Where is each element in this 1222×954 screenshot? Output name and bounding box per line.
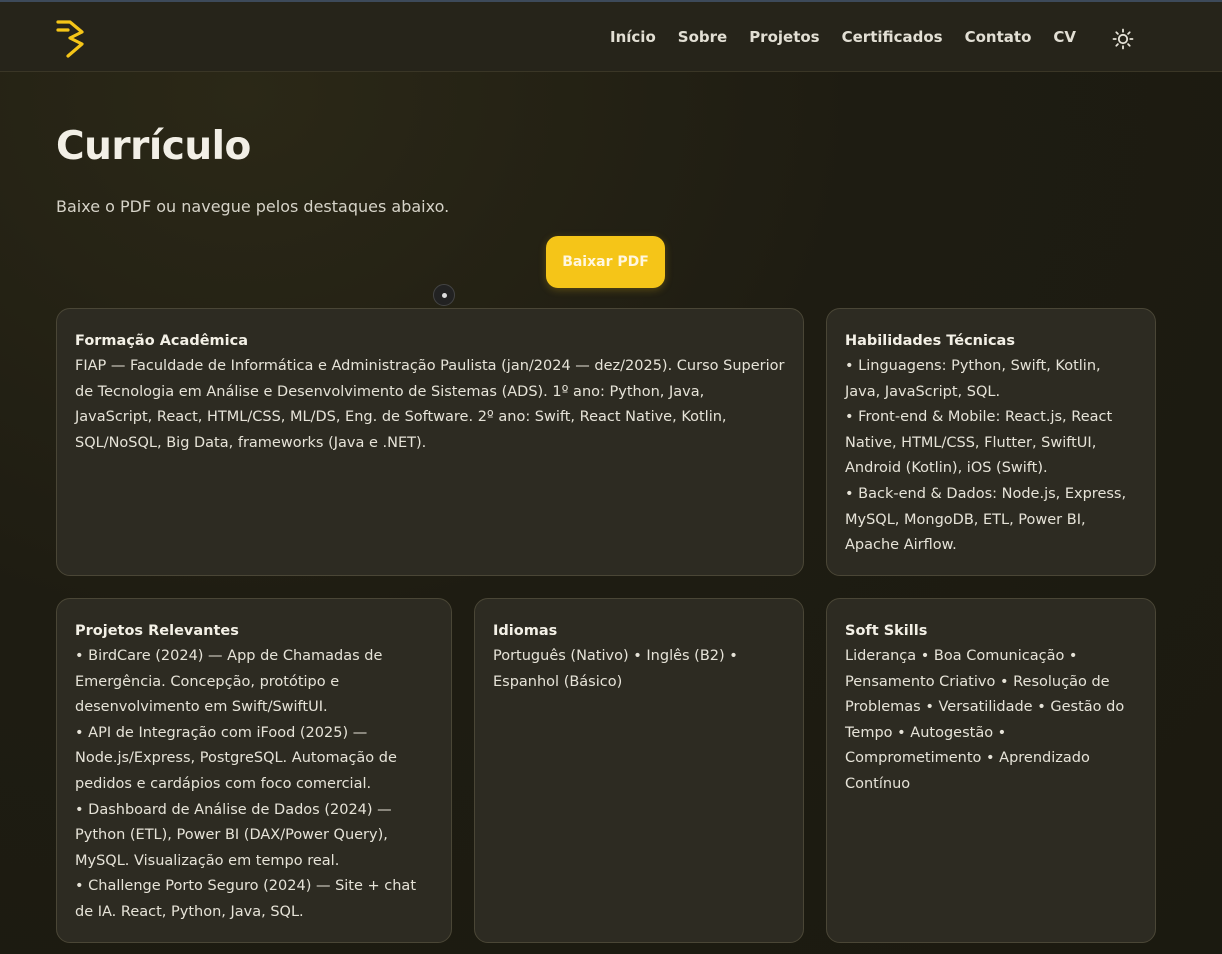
card-formacao-text: FIAP — Faculdade de Informática e Admini… bbox=[75, 358, 785, 451]
card-softskills-title: Soft Skills bbox=[845, 623, 928, 639]
card-projetos-title: Projetos Relevantes bbox=[75, 623, 239, 639]
list-item: • Linguagens: Python, Swift, Kotlin, Jav… bbox=[845, 358, 1101, 400]
nav-inicio[interactable]: Início bbox=[610, 28, 656, 46]
card-softskills: Soft Skills Liderança • Boa Comunicação … bbox=[826, 598, 1156, 943]
list-item: • BirdCare (2024) — App de Chamadas de E… bbox=[75, 648, 383, 716]
card-idiomas-title: Idiomas bbox=[493, 623, 558, 639]
list-item: • Dashboard de Análise de Dados (2024) —… bbox=[75, 801, 392, 869]
list-item: • Challenge Porto Seguro (2024) — Site +… bbox=[75, 878, 417, 920]
card-projetos: Projetos Relevantes • BirdCare (2024) — … bbox=[56, 598, 452, 943]
list-item: • Front-end & Mobile: React.js, React Na… bbox=[845, 409, 1113, 477]
nav-cv[interactable]: CV bbox=[1053, 28, 1076, 46]
card-idiomas-text: Português (Nativo) • Inglês (B2) • Espan… bbox=[493, 648, 738, 690]
nav-sobre[interactable]: Sobre bbox=[678, 28, 727, 46]
site-header: Início Sobre Projetos Certificados Conta… bbox=[0, 2, 1222, 72]
card-formacao-title: Formação Acadêmica bbox=[75, 333, 248, 349]
page-subtitle: Baixe o PDF ou navegue pelos destaques a… bbox=[56, 197, 450, 216]
list-item: • API de Integração com iFood (2025) — N… bbox=[75, 724, 397, 792]
logo-3-icon[interactable] bbox=[54, 16, 90, 58]
mouse-cursor-icon bbox=[433, 284, 455, 306]
download-pdf-button[interactable]: Baixar PDF bbox=[546, 236, 665, 288]
nav-projetos[interactable]: Projetos bbox=[749, 28, 819, 46]
sun-icon[interactable] bbox=[1112, 28, 1134, 50]
page-title: Currículo bbox=[56, 124, 251, 169]
card-habilidades: Habilidades Técnicas • Linguagens: Pytho… bbox=[826, 308, 1156, 576]
main-nav: Início Sobre Projetos Certificados Conta… bbox=[610, 28, 1076, 46]
list-item: • Back-end & Dados: Node.js, Express, My… bbox=[845, 485, 1127, 554]
nav-contato[interactable]: Contato bbox=[965, 28, 1032, 46]
card-idiomas: Idiomas Português (Nativo) • Inglês (B2)… bbox=[474, 598, 804, 943]
nav-certificados[interactable]: Certificados bbox=[842, 28, 943, 46]
card-formacao: Formação Acadêmica FIAP — Faculdade de I… bbox=[56, 308, 804, 576]
card-habilidades-title: Habilidades Técnicas bbox=[845, 333, 1015, 349]
card-softskills-text: Liderança • Boa Comunicação • Pensamento… bbox=[845, 648, 1125, 792]
